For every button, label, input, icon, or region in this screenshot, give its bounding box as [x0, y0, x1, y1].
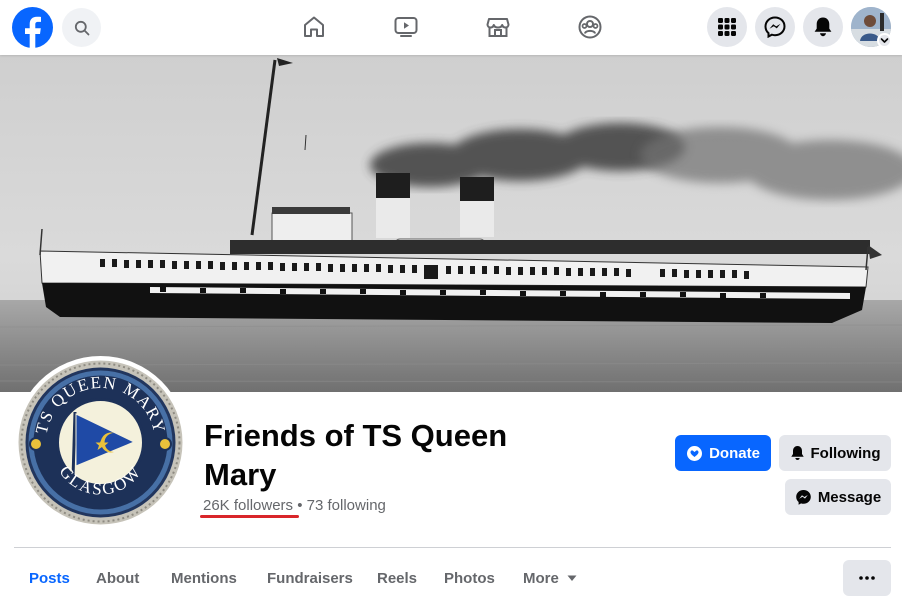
- menu-grid-icon: [718, 18, 736, 36]
- donate-icon: [687, 445, 703, 461]
- following-count-link[interactable]: 73 following: [307, 497, 386, 514]
- followers-count-link[interactable]: 26K followers: [203, 497, 293, 514]
- marketplace-icon: [486, 18, 510, 37]
- messenger-button[interactable]: [755, 7, 795, 47]
- video-icon: [394, 17, 418, 37]
- tab-mentions[interactable]: Mentions: [171, 570, 237, 587]
- tab-about[interactable]: About: [96, 570, 139, 587]
- tab-reels[interactable]: Reels: [377, 570, 417, 587]
- stats-separator: •: [297, 497, 303, 514]
- profile-picture[interactable]: TS QUEEN MARY GLASGOW: [14, 356, 187, 529]
- donate-label: Donate: [709, 444, 760, 462]
- follow-stats: 26K followers • 73 following: [203, 497, 386, 514]
- menu-button[interactable]: [707, 7, 747, 47]
- groups-icon: [578, 15, 602, 39]
- red-annotation-underline: [200, 515, 299, 518]
- message-label: Message: [817, 488, 882, 506]
- following-button[interactable]: Following: [779, 435, 891, 471]
- home-nav-button[interactable]: [297, 10, 331, 44]
- page-title: Friends of TS Queen Mary: [204, 418, 508, 492]
- chevron-down-icon: [880, 38, 889, 43]
- video-nav-button[interactable]: [389, 10, 423, 44]
- following-label: Following: [810, 444, 881, 462]
- home-icon: [304, 16, 324, 37]
- tab-photos[interactable]: Photos: [444, 570, 495, 587]
- tabs-divider: [14, 547, 891, 548]
- more-options-button[interactable]: [843, 560, 891, 596]
- messenger-icon: [796, 489, 811, 505]
- marketplace-nav-button[interactable]: [481, 10, 515, 44]
- search-button[interactable]: [62, 8, 101, 47]
- tab-more[interactable]: More: [523, 570, 577, 587]
- top-navigation-bar: [0, 0, 902, 55]
- facebook-logo[interactable]: [12, 7, 53, 48]
- bell-icon: [790, 446, 804, 460]
- search-icon: [74, 20, 89, 35]
- account-menu-caret[interactable]: [877, 33, 892, 48]
- ellipsis-icon: [859, 576, 875, 580]
- messenger-icon: [764, 16, 786, 38]
- notifications-icon: [814, 17, 832, 37]
- caret-down-icon: [567, 575, 577, 581]
- notifications-button[interactable]: [803, 7, 843, 47]
- message-button[interactable]: Message: [785, 479, 891, 515]
- donate-button[interactable]: Donate: [675, 435, 771, 471]
- tab-fundraisers[interactable]: Fundraisers: [267, 570, 353, 587]
- cover-photo[interactable]: [0, 55, 902, 392]
- tab-more-label: More: [523, 570, 559, 587]
- tab-posts[interactable]: Posts: [29, 570, 70, 587]
- groups-nav-button[interactable]: [573, 10, 607, 44]
